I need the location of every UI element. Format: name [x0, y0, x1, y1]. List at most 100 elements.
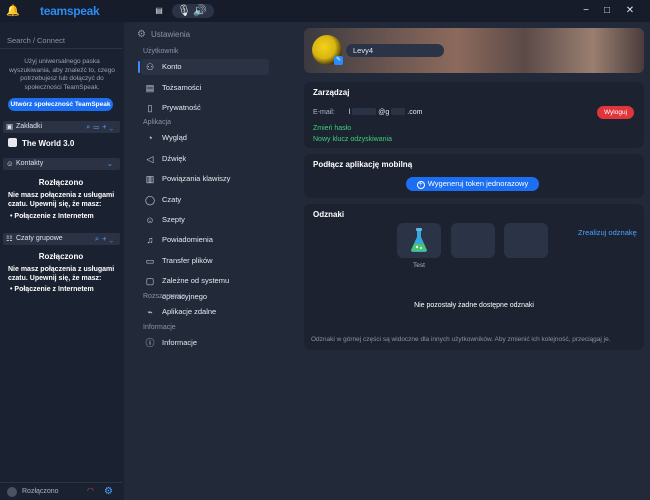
no-badges-message: Nie pozostały żadne dostępne odznaki: [414, 302, 534, 309]
search-input[interactable]: Search / Connect: [0, 33, 122, 49]
chevron-down-icon[interactable]: ⌄: [107, 158, 116, 170]
plug-icon: ⌁: [147, 307, 153, 317]
contacts-label: Kontakty: [16, 160, 44, 167]
nav-item-appearance[interactable]: ◔ Wygląd: [141, 130, 269, 146]
nav-item-os-specific[interactable]: ▢ Zależne od systemu operacyjnego: [141, 273, 269, 301]
nav-item-file-transfer-label: Transfer plików: [162, 256, 213, 265]
badge-slot-1[interactable]: [397, 223, 441, 258]
manage-card: Zarządzaj E-mail: l @g .com Wyloguj Zmień …: [304, 82, 644, 148]
group-chats-header[interactable]: ☷ Czaty grupowe ⌕+⌄: [3, 233, 120, 245]
nav-item-file-transfer[interactable]: ▭ Transfer plików: [141, 253, 269, 269]
settings-nav: ⚙ Ustawienia Użytkownik ⚇ Konto ▤ Tożsamośc…: [124, 22, 272, 500]
folder-icon[interactable]: ▭: [93, 122, 102, 131]
mobile-title: Podłącz aplikację mobilną: [313, 160, 413, 169]
bookmarks-label: Zakładki: [16, 123, 43, 130]
email-mid: @g: [378, 109, 390, 116]
new-recovery-key-link[interactable]: Nowy klucz odzyskiwania: [313, 136, 392, 143]
nav-category-extensions: Rozszerzenia: [143, 293, 186, 300]
username-field[interactable]: Levy4: [346, 44, 444, 57]
edit-icon[interactable]: ✎: [334, 56, 343, 65]
manage-title: Zarządzaj: [313, 88, 350, 97]
nav-item-notifications-label: Powiadomienia: [162, 235, 213, 244]
bell-icon: ♫: [146, 235, 154, 245]
gear-icon[interactable]: ⚙: [104, 486, 113, 497]
nav-item-hotkeys-label: Powiązania klawiszy: [162, 174, 231, 183]
app-logo: teamspeak: [40, 4, 100, 18]
badges-title: Odznaki: [313, 210, 345, 219]
lock-icon: ▯: [147, 103, 153, 113]
person-icon: ⚇: [145, 62, 155, 72]
id-card-icon: ▤: [145, 83, 155, 93]
logout-button[interactable]: Wyloguj: [597, 106, 634, 119]
folder-icon: ▭: [145, 256, 155, 266]
email-label: E-mail:: [313, 109, 335, 116]
palette-icon: ◔: [147, 133, 153, 143]
create-community-button[interactable]: Utwórz społeczność TeamSpeak: [8, 98, 113, 111]
person-icon: ☺: [6, 159, 14, 168]
connection-icon[interactable]: ◠: [87, 486, 94, 495]
group-chats-status-title: Rozłączono: [38, 252, 84, 261]
email-redacted: [391, 108, 406, 115]
generate-token-button[interactable]: + Wygeneruj token jednorazowy: [406, 177, 539, 191]
group-chats-status-message: Nie masz połączenia z usługami czatu. Up…: [8, 266, 115, 282]
keyboard-icon[interactable]: ▤: [151, 0, 167, 22]
microphone-icon[interactable]: 🎙: [176, 0, 192, 22]
nav-item-remote-apps[interactable]: ⌁ Aplikacje zdalne: [141, 304, 269, 320]
email-row: E-mail: l @g .com: [313, 108, 422, 116]
flask-icon: [411, 228, 427, 252]
group-chats-bullet-text: Połączenie z Internetem: [14, 286, 94, 293]
change-password-link[interactable]: Zmień hasło: [313, 125, 351, 132]
contacts-header[interactable]: ☺ Kontakty ⌄: [3, 158, 120, 170]
generate-token-label: Wygeneruj token jednorazowy: [427, 179, 529, 188]
server-icon: [8, 138, 17, 147]
group-icon: ☷: [6, 234, 13, 243]
search-hint: Użyj uniwersalnego paska wyszukiwania, a…: [9, 58, 115, 91]
nav-item-identities-label: Tożsamości: [162, 83, 202, 92]
redeem-badge-link[interactable]: Zrealizuj odznakę: [578, 228, 637, 237]
nav-item-notifications[interactable]: ♫ Powiadomienia: [141, 232, 269, 248]
avatar[interactable]: [7, 487, 17, 497]
badges-card: Odznaki Zrealizuj odznakę Test Nie pozos…: [304, 204, 644, 350]
nav-item-account[interactable]: ⚇ Konto: [138, 59, 269, 75]
nav-item-information[interactable]: ⓘ Informacje: [141, 335, 269, 351]
contacts-status-bullet: • Połączenie z Internetem: [10, 213, 94, 220]
contacts-bullet-text: Połączenie z Internetem: [14, 213, 94, 220]
chevron-down-icon[interactable]: ⌄: [109, 234, 116, 243]
settings-title-label: Ustawienia: [151, 30, 191, 39]
nav-item-privacy[interactable]: ▯ Prywatność: [141, 100, 269, 116]
group-chats-label: Czaty grupowe: [16, 235, 63, 242]
nav-item-identities[interactable]: ▤ Tożsamości: [141, 80, 269, 96]
profile-banner: ✎ Levy4: [304, 28, 644, 73]
nav-item-sound[interactable]: ◁ Dźwięk: [141, 151, 269, 167]
chevron-down-icon[interactable]: ⌄: [109, 122, 116, 131]
server-item[interactable]: The World 3.0: [8, 138, 74, 148]
badges-note: Odznaki w górnej części są widoczne dla …: [311, 336, 611, 343]
speaker-icon: ◁: [146, 154, 154, 164]
settings-title: ⚙ Ustawienia: [137, 29, 190, 40]
bell-icon[interactable]: 🔔: [5, 0, 21, 22]
nav-category-user: Użytkownik: [143, 48, 179, 55]
close-button[interactable]: ✕: [621, 0, 639, 22]
contacts-status-title: Rozłączono: [38, 178, 84, 187]
search-icon[interactable]: ⌕: [95, 234, 102, 243]
add-icon: +: [416, 181, 425, 189]
nav-item-appearance-label: Wygląd: [162, 133, 187, 142]
badge-slot-3[interactable]: [504, 223, 548, 258]
badge-slot-1-label: Test: [413, 262, 425, 269]
nav-item-privacy-label: Prywatność: [162, 103, 201, 112]
mobile-card: Podłącz aplikację mobilną + Wygeneruj tok…: [304, 154, 644, 198]
minimize-button[interactable]: −: [577, 0, 595, 22]
speaker-icon[interactable]: 🔊: [192, 0, 208, 22]
group-chats-tools: ⌕+⌄: [95, 233, 116, 245]
info-icon: ⓘ: [145, 338, 155, 348]
settings-content: ✎ Levy4 Zarządzaj E-mail: l @g .com Wylogu…: [272, 22, 650, 500]
badge-slot-2[interactable]: [451, 223, 495, 258]
group-chats-status-bullet: • Połączenie z Internetem: [10, 286, 94, 293]
nav-item-whispers[interactable]: ☺ Szepty: [141, 212, 269, 228]
bookmarks-header[interactable]: ▣ Zakładki ⌕▭+⌄: [3, 121, 120, 133]
nav-item-hotkeys[interactable]: ▥ Powiązania klawiszy: [141, 171, 269, 187]
keyboard-icon: ▥: [145, 174, 155, 184]
maximize-button[interactable]: □: [598, 0, 616, 22]
title-bar: 🔔 teamspeak ▤ 🎙 🔊 − □ ✕: [0, 0, 650, 22]
nav-item-chats[interactable]: ◯ Czaty: [141, 192, 269, 208]
